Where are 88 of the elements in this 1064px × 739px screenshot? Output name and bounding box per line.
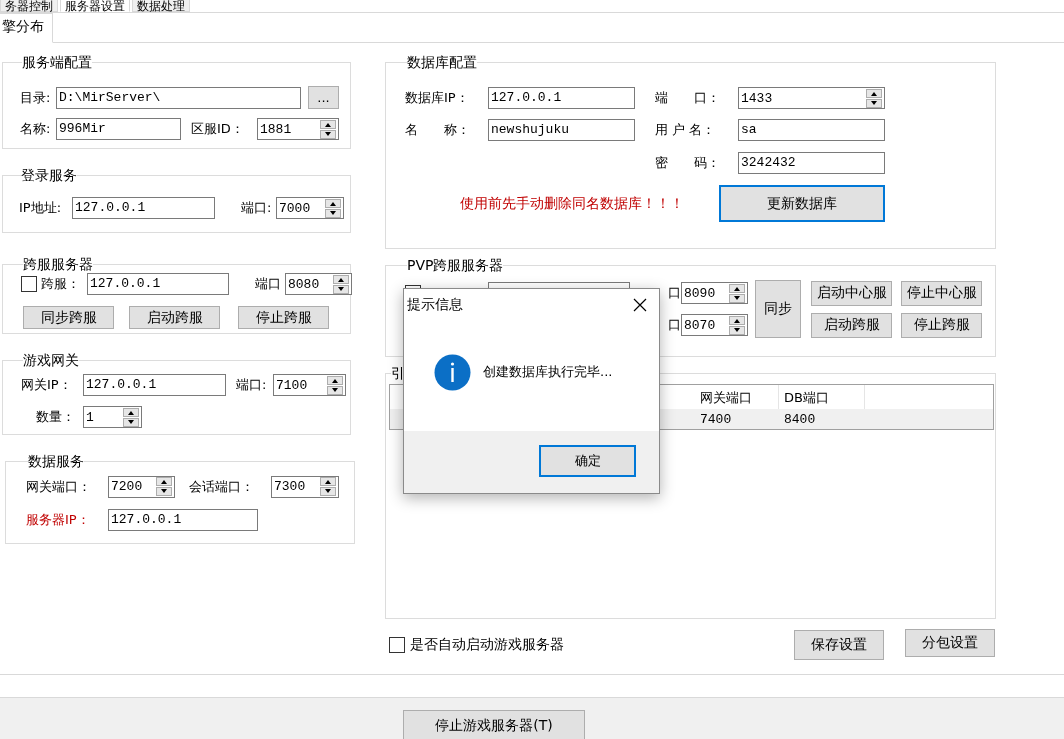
close-icon[interactable] <box>633 298 647 312</box>
button[interactable]: 同步跨服 <box>23 306 114 329</box>
spin-field[interactable]: 1433 <box>738 87 885 109</box>
field-label: 网关端口： <box>26 477 91 496</box>
spin-arrows-icon[interactable] <box>333 274 349 294</box>
button[interactable]: 停止跨服 <box>901 312 982 338</box>
text-field[interactable]: 996Mir <box>56 118 181 140</box>
field-label: IP地址: <box>19 199 62 217</box>
field-label: 数据库IP： <box>405 89 469 107</box>
button[interactable]: 更新数据库 <box>719 185 885 222</box>
info-icon <box>434 353 471 391</box>
spin-arrows-icon[interactable] <box>123 407 139 427</box>
dialog-message: 创建数据库执行完毕... <box>483 363 613 381</box>
field-label: 名称: <box>20 120 51 138</box>
spin-arrows-icon[interactable] <box>320 119 336 139</box>
text-field[interactable]: 127.0.0.1 <box>108 509 258 531</box>
spin-field[interactable]: 1881 <box>257 118 339 140</box>
group-title: 登录服务 <box>21 167 77 183</box>
button[interactable]: 启动跨服 <box>129 306 220 329</box>
spin-field[interactable]: 8070 <box>681 314 748 336</box>
group-title: 引 <box>391 365 405 381</box>
checkbox-label[interactable]: 是否自动启动游戏服务器 <box>410 635 564 654</box>
button[interactable]: 停止中心服 <box>901 280 982 306</box>
button[interactable]: 保存设置 <box>794 629 884 660</box>
field-label: 目录: <box>20 88 51 107</box>
group-title: 服务端配置 <box>22 54 92 70</box>
text-field[interactable]: 127.0.0.1 <box>83 374 226 396</box>
warning-text: 使用前先手动删除同名数据库！！！ <box>460 194 685 213</box>
button[interactable]: ... <box>308 86 339 109</box>
spin-field[interactable]: 8090 <box>681 282 748 304</box>
table-cell-text: 8400 <box>783 411 817 429</box>
group-title: 数据库配置 <box>407 54 477 70</box>
spin-arrows-icon[interactable] <box>729 315 745 335</box>
password-field[interactable]: 3242432 <box>738 152 885 174</box>
field-label: 口 <box>668 316 681 334</box>
spin-field[interactable]: 7200 <box>108 475 175 498</box>
spin-field[interactable]: 7000 <box>276 197 344 219</box>
field-label: 会话端口： <box>189 477 254 496</box>
field-label: 端口: <box>236 376 267 394</box>
tab[interactable]: 务器控制 <box>0 0 58 12</box>
field-label: 用 户 名： <box>655 121 716 139</box>
text-field[interactable]: sa <box>738 119 885 141</box>
field-label: 端 口： <box>655 89 720 107</box>
field-label: 网关IP： <box>21 376 72 394</box>
table-cell-text: 7400 <box>699 411 733 429</box>
spin-field[interactable]: 7300 <box>271 475 339 498</box>
spin-arrows-icon[interactable] <box>729 283 745 303</box>
column-header[interactable]: 网关端口 <box>695 385 779 409</box>
tab[interactable]: 服务器设置 <box>60 0 130 12</box>
button[interactable]: 停止跨服 <box>238 306 329 329</box>
checkbox[interactable] <box>21 276 37 292</box>
field-label: 跨服： <box>41 275 80 293</box>
field-label: 服务器IP： <box>26 511 90 529</box>
tab[interactable]: 擎分布 <box>0 13 53 43</box>
spin-arrows-icon[interactable] <box>327 375 343 395</box>
text-field[interactable]: 127.0.0.1 <box>72 197 215 219</box>
spin-arrows-icon[interactable] <box>320 477 336 496</box>
spin-field[interactable]: 1 <box>83 406 142 428</box>
group-title: 游戏网关 <box>23 352 79 368</box>
ok-button[interactable]: 确定 <box>539 445 636 477</box>
dialog-title: 提示信息 <box>407 296 463 314</box>
stop-server-button[interactable]: 停止游戏服务器(T) <box>403 710 585 739</box>
column-header[interactable]: DB端口 <box>779 385 865 409</box>
button[interactable]: 分包设置 <box>905 629 995 657</box>
field-label: 端口 <box>255 275 281 293</box>
field-label: 密 码： <box>655 154 720 172</box>
group-title: PVP跨服服务器 <box>407 257 504 273</box>
spin-arrows-icon[interactable] <box>325 198 341 218</box>
sync-button[interactable]: 同步 <box>755 280 801 338</box>
field-label: 名 称： <box>405 121 470 139</box>
spin-arrows-icon[interactable] <box>866 88 882 108</box>
text-field[interactable]: D:\MirServer\ <box>56 86 301 109</box>
group-title: 跨服服务器 <box>23 256 93 272</box>
text-field[interactable]: 127.0.0.1 <box>488 87 635 109</box>
button[interactable]: 启动中心服 <box>811 280 892 306</box>
field-label: 端口: <box>241 199 272 217</box>
group-title: 数据服务 <box>28 453 84 469</box>
text-field[interactable]: 127.0.0.1 <box>87 273 229 295</box>
spin-field[interactable]: 7100 <box>273 374 346 396</box>
checkbox[interactable] <box>389 636 405 653</box>
text-field[interactable]: newshujuku <box>488 119 635 141</box>
tab[interactable]: 数据处理 <box>132 0 190 12</box>
spin-arrows-icon[interactable] <box>156 477 172 496</box>
field-label: 口 <box>668 284 681 302</box>
button[interactable]: 启动跨服 <box>811 312 892 338</box>
spin-field[interactable]: 8080 <box>285 273 352 295</box>
field-label: 区服ID： <box>191 120 244 138</box>
field-label: 数量： <box>36 408 75 426</box>
